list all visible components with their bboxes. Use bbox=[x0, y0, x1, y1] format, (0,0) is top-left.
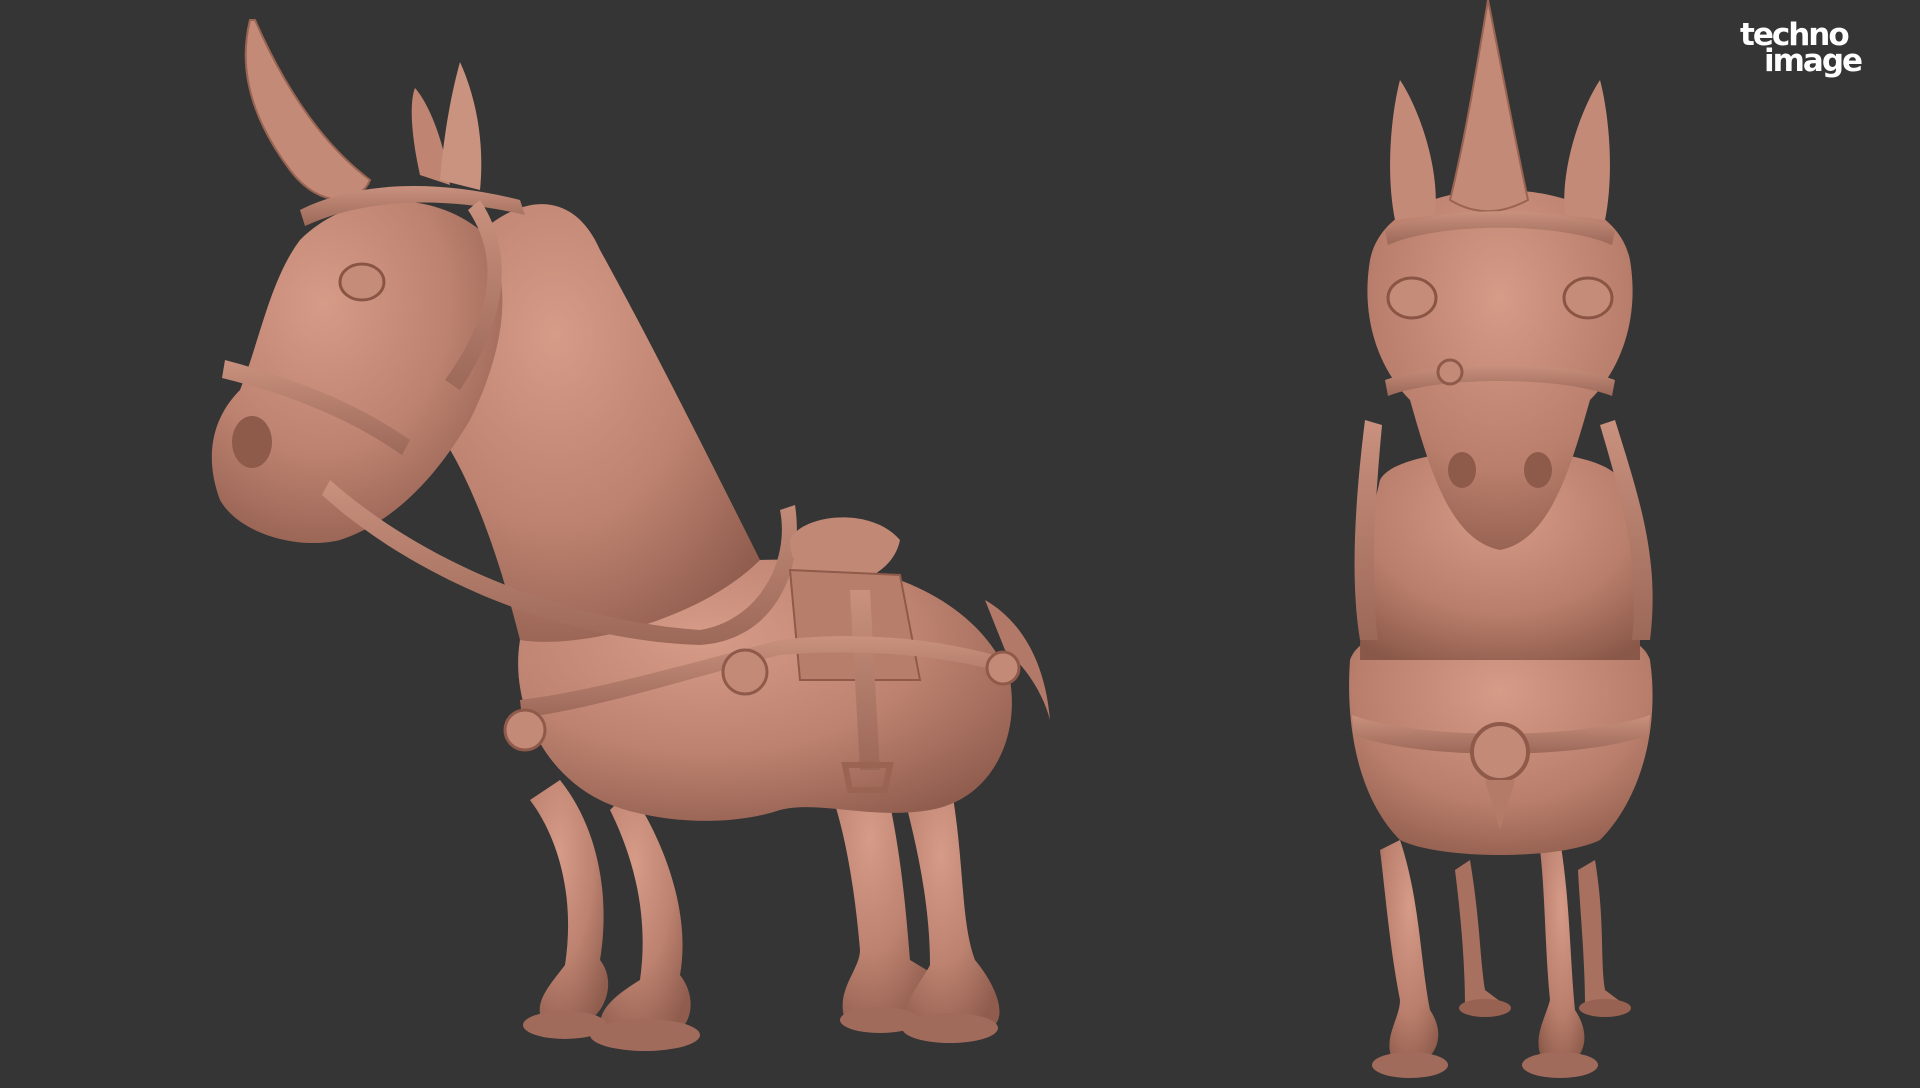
nostril-right bbox=[1524, 452, 1552, 488]
horse-three-quarter-view bbox=[211, 19, 1050, 1051]
sculpt-render bbox=[211, 0, 1653, 1078]
fore-leg-front bbox=[600, 790, 691, 1035]
hoof bbox=[590, 1019, 700, 1051]
eye-right bbox=[1562, 276, 1614, 320]
nostril-left bbox=[1448, 452, 1476, 488]
ear-front bbox=[440, 62, 482, 190]
horn bbox=[1448, 0, 1530, 213]
hoof bbox=[1522, 1052, 1598, 1078]
ear-right bbox=[1564, 80, 1610, 220]
hind-leg-front bbox=[905, 780, 1000, 1030]
hoof bbox=[902, 1013, 998, 1043]
horse-front-view bbox=[1349, 0, 1653, 1078]
medallion-center bbox=[721, 648, 769, 696]
logo-line-2: image bbox=[1764, 43, 1863, 79]
fore-leg-back bbox=[530, 780, 609, 1025]
hind-leg-left bbox=[1455, 860, 1505, 1017]
studio-logo: techno image bbox=[1740, 20, 1890, 84]
fore-leg-right bbox=[1538, 840, 1585, 1065]
eye bbox=[338, 262, 386, 302]
medallion-left bbox=[503, 708, 547, 752]
horn bbox=[244, 19, 372, 201]
fore-leg-left bbox=[1380, 840, 1439, 1065]
render-viewport: techno image bbox=[0, 0, 1920, 1088]
eye-left bbox=[1386, 276, 1438, 320]
hind-leg-right bbox=[1578, 860, 1625, 1017]
hoof bbox=[1372, 1052, 1448, 1078]
bridle-ring bbox=[1436, 358, 1464, 386]
nostril bbox=[232, 416, 272, 468]
ear-left bbox=[1390, 80, 1436, 220]
medallion-center bbox=[1470, 722, 1530, 782]
hoof bbox=[1579, 999, 1631, 1017]
hoof bbox=[1459, 999, 1511, 1017]
medallion-right bbox=[985, 650, 1021, 686]
